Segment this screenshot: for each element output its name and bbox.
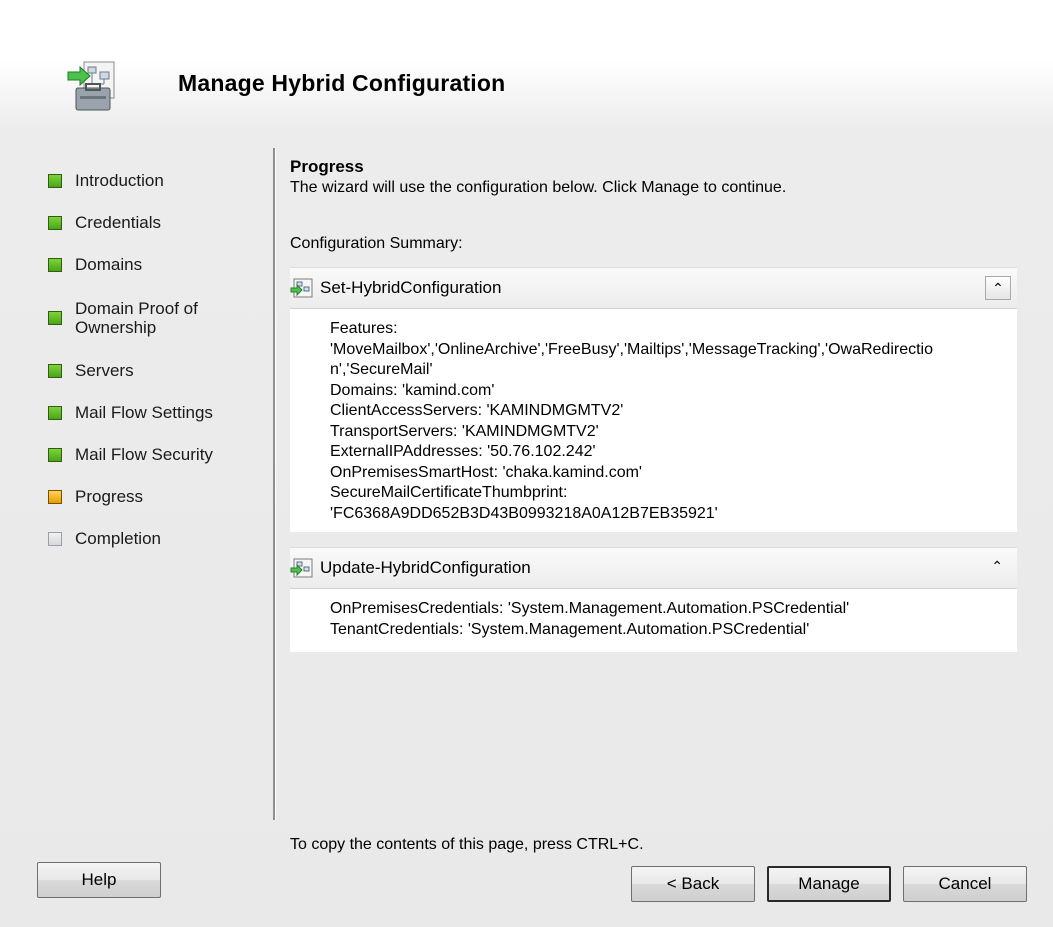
cancel-button[interactable]: Cancel: [903, 866, 1027, 902]
step-complete-icon: [48, 174, 62, 188]
step-label: Completion: [75, 529, 161, 548]
step-domain-proof-of-ownership: Domain Proof of Ownership: [40, 286, 270, 350]
configuration-summary-label: Configuration Summary:: [290, 235, 463, 252]
summary-line: ExternalIPAddresses: '50.76.102.242': [330, 443, 596, 460]
summary-line: TransportServers: 'KAMINDMGMTV2': [330, 422, 599, 440]
step-introduction: Introduction: [40, 160, 270, 202]
cmdlet-name: Set-HybridConfiguration: [320, 278, 502, 297]
step-current-icon: [48, 490, 62, 504]
panel-header[interactable]: Set-HybridConfiguration ⌃︎: [290, 267, 1017, 309]
step-label: Introduction: [75, 171, 164, 190]
step-mail-flow-settings: Mail Flow Settings: [40, 392, 270, 434]
step-label: Domains: [75, 255, 143, 274]
summary-line: Features:: [330, 320, 398, 337]
sidebar-divider: [273, 148, 276, 820]
cmdlet-icon: [290, 558, 313, 578]
back-button[interactable]: < Back: [631, 866, 755, 902]
summary-line: OnPremisesSmartHost: 'chaka.kamind.com': [330, 463, 642, 481]
copy-hint-text: To copy the contents of this page, press…: [290, 836, 644, 853]
summary-line: 'MoveMailbox','OnlineArchive','FreeBusy'…: [330, 340, 933, 358]
step-label: Domain Proof of Ownership: [75, 299, 198, 337]
step-complete-icon: [48, 311, 62, 325]
step-label: Servers: [75, 361, 134, 380]
step-domains: Domains: [40, 244, 270, 286]
summary-line: TenantCredentials: 'System.Management.Au…: [330, 620, 810, 638]
summary-line: OnPremisesCredentials: 'System.Managemen…: [330, 600, 850, 617]
wizard-window: Manage Hybrid Configuration Introduction…: [0, 0, 1053, 927]
hybrid-configuration-icon: [67, 61, 115, 111]
step-label: Credentials: [75, 213, 161, 232]
help-button[interactable]: Help: [37, 862, 161, 898]
step-pending-icon: [48, 532, 62, 546]
summary-line: 'FC6368A9DD652B3D43B0993218A0A12B7EB3592…: [330, 504, 718, 522]
double-chevron-up-icon: ⌃︎: [992, 280, 1004, 296]
wizard-steps: Introduction Credentials Domains Domain …: [40, 160, 270, 560]
manage-button[interactable]: Manage: [767, 866, 891, 902]
step-label: Mail Flow Security: [75, 445, 213, 464]
step-complete-icon: [48, 448, 62, 462]
panel-update-hybrid-configuration: Update-HybridConfiguration ⌃︎ OnPremises…: [290, 547, 1017, 652]
step-complete-icon: [48, 364, 62, 378]
step-complete-icon: [48, 406, 62, 420]
panel-body: Features: 'MoveMailbox','OnlineArchive',…: [290, 309, 1017, 532]
step-completion: Completion: [40, 518, 270, 560]
main-content: Progress The wizard will use the configu…: [290, 155, 1020, 652]
summary-line: n','SecureMail': [330, 361, 433, 378]
cmdlet-name: Update-HybridConfiguration: [320, 558, 531, 577]
wizard-title: Manage Hybrid Configuration: [178, 70, 506, 96]
collapse-button[interactable]: ⌃︎: [985, 276, 1011, 300]
panel-body: OnPremisesCredentials: 'System.Managemen…: [290, 589, 1017, 652]
step-credentials: Credentials: [40, 202, 270, 244]
cmdlet-icon: [290, 278, 313, 298]
panel-set-hybrid-configuration: Set-HybridConfiguration ⌃︎ Features: 'Mo…: [290, 267, 1017, 532]
step-mail-flow-security: Mail Flow Security: [40, 434, 270, 476]
instructions-text: The wizard will use the configuration be…: [290, 179, 787, 196]
summary-line: Domains: 'kamind.com': [330, 381, 495, 399]
summary-line: SecureMailCertificateThumbprint:: [330, 484, 568, 501]
step-servers: Servers: [40, 350, 270, 392]
summary-line: ClientAccessServers: 'KAMINDMGMTV2': [330, 402, 624, 419]
step-label: Progress: [75, 487, 144, 506]
wizard-header: Manage Hybrid Configuration: [0, 0, 1053, 140]
double-chevron-up-icon[interactable]: ⌃︎: [991, 558, 1003, 575]
step-label: Mail Flow Settings: [75, 403, 213, 422]
step-complete-icon: [48, 216, 62, 230]
page-title: Progress: [290, 157, 364, 176]
step-complete-icon: [48, 258, 62, 272]
step-progress: Progress: [40, 476, 270, 518]
panel-header[interactable]: Update-HybridConfiguration ⌃︎: [290, 547, 1017, 589]
